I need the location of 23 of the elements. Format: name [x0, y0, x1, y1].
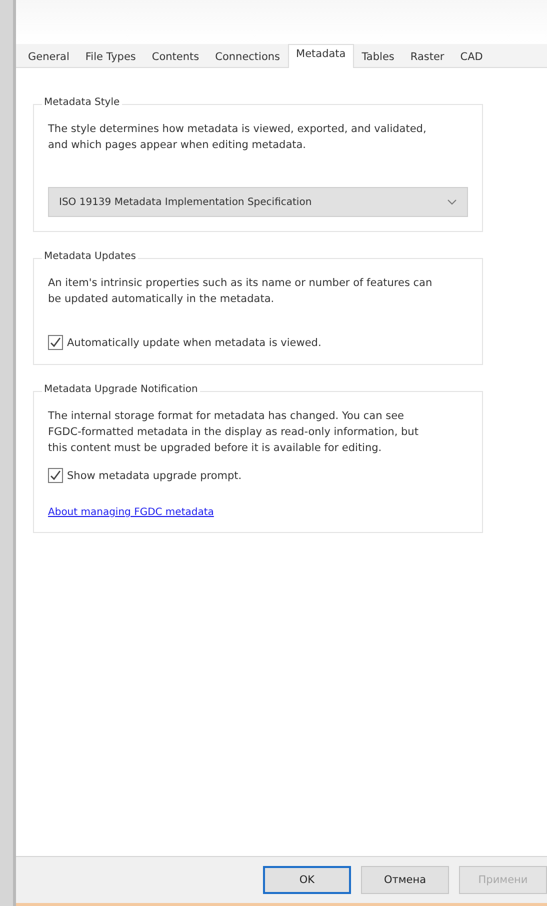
checkbox[interactable] [48, 468, 63, 483]
group-description: The internal storage format for metadata has changed. You can see FGDC-formatted metadata in the display as read-only information, but this content must be upgraded before it is available for editing. [48, 409, 420, 456]
group-title: Metadata Updates [42, 251, 138, 262]
tab[interactable]: Connections [207, 47, 288, 67]
tab[interactable]: File Types [77, 47, 144, 67]
checkbox[interactable] [48, 335, 63, 350]
tab[interactable]: Raster [402, 47, 452, 67]
group-description: An item's intrinsic properties such as its name or number of features can be updated automatically in the metadata. [48, 276, 434, 307]
dialog-button[interactable]: OK [263, 866, 351, 894]
group-title: Metadata Upgrade Notification [42, 384, 200, 395]
dialog-button[interactable]: Отмена [361, 866, 449, 894]
tab[interactable]: Metadata [288, 44, 354, 68]
tab[interactable]: CAD [452, 47, 491, 67]
group-title: Metadata Style [42, 97, 122, 108]
checkbox-label: Show metadata upgrade prompt. [67, 470, 242, 482]
help-link[interactable]: About managing FGDC metadata [48, 507, 214, 518]
tab[interactable]: Tables [354, 47, 402, 67]
chevron-down-icon [447, 199, 457, 205]
checkbox-label: Automatically update when metadata is viewed. [67, 336, 322, 348]
group-description: The style determines how metadata is viewed, exported, and validated, and which pages appear when editing metadata. [48, 122, 428, 153]
tab[interactable]: General [20, 47, 78, 67]
style-dropdown[interactable]: ISO 19139 Metadata Implementation Specification [48, 187, 468, 217]
tab[interactable]: Contents [144, 47, 208, 67]
